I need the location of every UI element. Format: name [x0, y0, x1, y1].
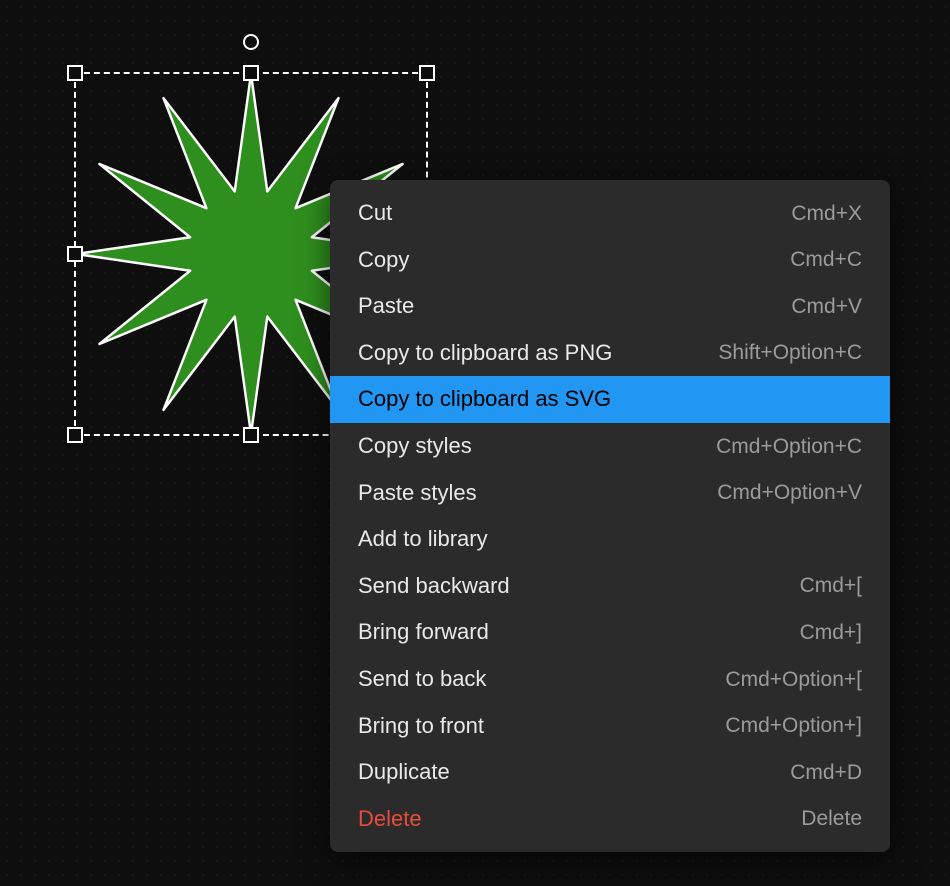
- menu-item-label: Paste: [358, 292, 414, 321]
- resize-handle-bottom-left[interactable]: [67, 427, 83, 443]
- menu-item-paste-styles[interactable]: Paste styles Cmd+Option+V: [330, 470, 890, 517]
- menu-item-copy[interactable]: Copy Cmd+C: [330, 237, 890, 284]
- menu-item-copy-to-clipboard-as-svg[interactable]: Copy to clipboard as SVG: [330, 376, 890, 423]
- menu-item-send-backward[interactable]: Send backward Cmd+[: [330, 563, 890, 610]
- menu-item-label: Duplicate: [358, 758, 450, 787]
- menu-item-label: Copy: [358, 246, 409, 275]
- menu-item-label: Add to library: [358, 525, 488, 554]
- menu-item-copy-styles[interactable]: Copy styles Cmd+Option+C: [330, 423, 890, 470]
- menu-item-shortcut: Delete: [801, 805, 862, 832]
- menu-item-label: Cut: [358, 199, 392, 228]
- resize-handle-top-left[interactable]: [67, 65, 83, 81]
- menu-item-shortcut: Cmd+V: [791, 293, 862, 320]
- menu-item-shortcut: Cmd+Option+C: [716, 433, 862, 460]
- menu-item-add-to-library[interactable]: Add to library: [330, 516, 890, 563]
- menu-item-label: Copy to clipboard as SVG: [358, 385, 611, 414]
- menu-item-shortcut: Shift+Option+C: [718, 339, 862, 366]
- menu-item-bring-forward[interactable]: Bring forward Cmd+]: [330, 609, 890, 656]
- context-menu[interactable]: Cut Cmd+X Copy Cmd+C Paste Cmd+V Copy to clipb…: [330, 180, 890, 852]
- resize-handle-top-right[interactable]: [419, 65, 435, 81]
- menu-item-label: Bring forward: [358, 618, 489, 647]
- menu-item-shortcut: Cmd+X: [791, 200, 862, 227]
- menu-item-bring-to-front[interactable]: Bring to front Cmd+Option+]: [330, 703, 890, 750]
- menu-item-shortcut: Cmd+[: [800, 572, 862, 599]
- menu-item-shortcut: Cmd+C: [790, 246, 862, 273]
- rotate-handle[interactable]: [243, 34, 259, 50]
- resize-handle-middle-left[interactable]: [67, 246, 83, 262]
- menu-item-shortcut: Cmd+D: [790, 759, 862, 786]
- menu-item-shortcut: Cmd+Option+V: [717, 479, 862, 506]
- canvas[interactable]: Cut Cmd+X Copy Cmd+C Paste Cmd+V Copy to clipb…: [0, 0, 950, 886]
- menu-item-copy-to-clipboard-as-png[interactable]: Copy to clipboard as PNG Shift+Option+C: [330, 330, 890, 377]
- menu-item-shortcut: Cmd+Option+[: [725, 666, 862, 693]
- menu-item-label: Delete: [358, 805, 422, 834]
- menu-item-send-to-back[interactable]: Send to back Cmd+Option+[: [330, 656, 890, 703]
- menu-item-paste[interactable]: Paste Cmd+V: [330, 283, 890, 330]
- menu-item-label: Send backward: [358, 572, 510, 601]
- menu-item-label: Copy to clipboard as PNG: [358, 339, 612, 368]
- menu-item-label: Paste styles: [358, 479, 477, 508]
- resize-handle-bottom-middle[interactable]: [243, 427, 259, 443]
- menu-item-label: Bring to front: [358, 712, 484, 741]
- menu-item-label: Send to back: [358, 665, 486, 694]
- resize-handle-top-middle[interactable]: [243, 65, 259, 81]
- menu-item-cut[interactable]: Cut Cmd+X: [330, 190, 890, 237]
- menu-item-delete[interactable]: Delete Delete: [330, 796, 890, 843]
- menu-item-label: Copy styles: [358, 432, 472, 461]
- menu-item-duplicate[interactable]: Duplicate Cmd+D: [330, 749, 890, 796]
- menu-item-shortcut: Cmd+]: [800, 619, 862, 646]
- menu-item-shortcut: Cmd+Option+]: [725, 712, 862, 739]
